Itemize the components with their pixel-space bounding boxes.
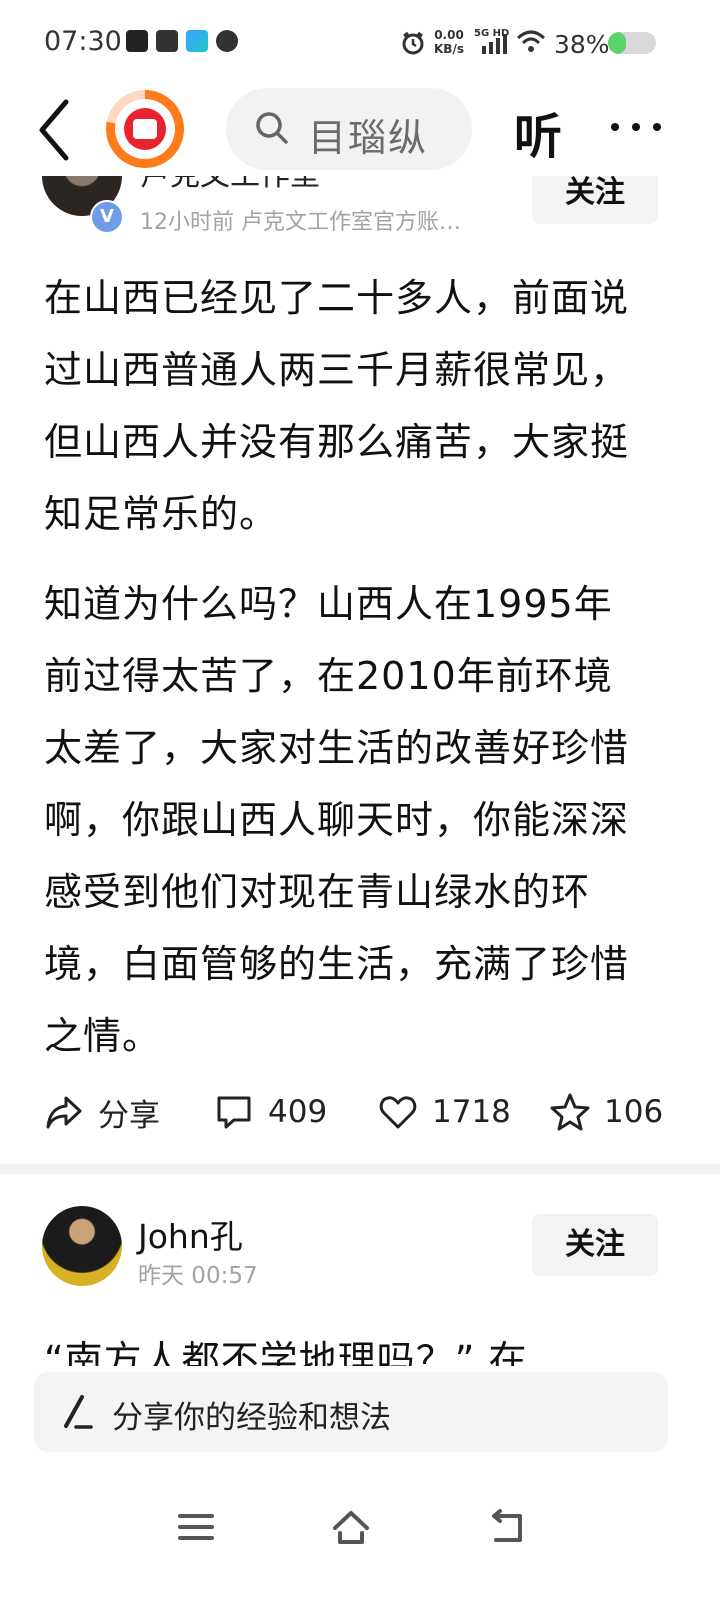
share-button[interactable]: 分享 <box>44 1090 160 1134</box>
like-count: 1718 <box>432 1094 511 1130</box>
tiktok-icon <box>126 30 148 52</box>
battery-percent: 38% <box>554 30 610 59</box>
post1-paragraph-2: 知道为什么吗？山西人在1995年前过得太苦了，在2010年前环境太差了，大家对生… <box>44 582 630 1058</box>
comment-input[interactable]: 分享你的经验和想法 <box>34 1372 668 1452</box>
favorite-button[interactable]: 106 <box>550 1090 663 1134</box>
search-icon <box>256 112 288 144</box>
battery-level <box>608 32 627 54</box>
post1-paragraph-1: 在山西已经见了二十多人，前面说过山西普通人两三千月薪很常见，但山西人并没有那么痛… <box>44 276 630 536</box>
cloud-icon <box>216 30 238 52</box>
follow-button[interactable]: 关注 <box>532 176 658 224</box>
heart-icon <box>379 1096 417 1129</box>
author2-avatar[interactable] <box>42 1206 122 1286</box>
favorite-count: 106 <box>604 1094 664 1130</box>
share-label: 分享 <box>98 1097 160 1134</box>
paper-plane-icon <box>186 30 208 52</box>
alarm-icon <box>402 31 424 55</box>
red-envelope-icon <box>124 108 166 150</box>
battery-icon <box>608 32 656 54</box>
author1-name[interactable]: 卢克文工作室 <box>140 176 320 194</box>
signal-icon <box>482 34 507 54</box>
wifi-icon <box>516 30 546 52</box>
search-bar[interactable]: 目瑙纵 <box>226 88 472 170</box>
status-time: 07:30 <box>44 26 122 57</box>
card-icon <box>156 30 178 52</box>
net-speed: 0.00 KB/s <box>434 28 464 56</box>
app-logo[interactable] <box>106 90 184 168</box>
pen-icon <box>64 1395 93 1429</box>
post2-preview: “南方人都不学地理吗？” 在 <box>44 1318 684 1366</box>
author1-meta: 12小时前 卢克文工作室官方账… <box>140 210 461 235</box>
status-bar: 07:30 0.00 KB/s 5G HD 38% <box>0 0 720 88</box>
follow-button[interactable]: 关注 <box>532 1214 658 1276</box>
search-placeholder: 目瑙纵 <box>308 116 429 160</box>
section-divider <box>0 1164 720 1174</box>
back-icon[interactable] <box>488 1508 528 1546</box>
share-icon <box>46 1096 82 1129</box>
menu-icon[interactable] <box>176 1508 216 1546</box>
author2-meta: 昨天 00:57 <box>138 1263 258 1289</box>
verified-badge-icon: V <box>90 200 124 234</box>
comment-button[interactable]: 409 <box>214 1090 327 1134</box>
star-icon <box>550 1093 590 1131</box>
post2-preview-text: “南方人都不学地理吗？” 在 <box>44 1338 528 1366</box>
post1-author-row: V 卢克文工作室 12小时前 卢克文工作室官方账… 关注 <box>0 176 720 256</box>
back-arrow-icon[interactable] <box>36 98 76 162</box>
like-button[interactable]: 1718 <box>378 1090 511 1134</box>
author2-name[interactable]: John孔 <box>138 1210 243 1258</box>
home-icon[interactable] <box>331 1508 371 1546</box>
more-options-icon[interactable] <box>610 122 662 132</box>
listen-button[interactable]: 听 <box>514 97 562 167</box>
comment-placeholder: 分享你的经验和想法 <box>112 1400 391 1436</box>
comment-icon <box>217 1096 251 1129</box>
comment-count: 409 <box>268 1094 328 1130</box>
